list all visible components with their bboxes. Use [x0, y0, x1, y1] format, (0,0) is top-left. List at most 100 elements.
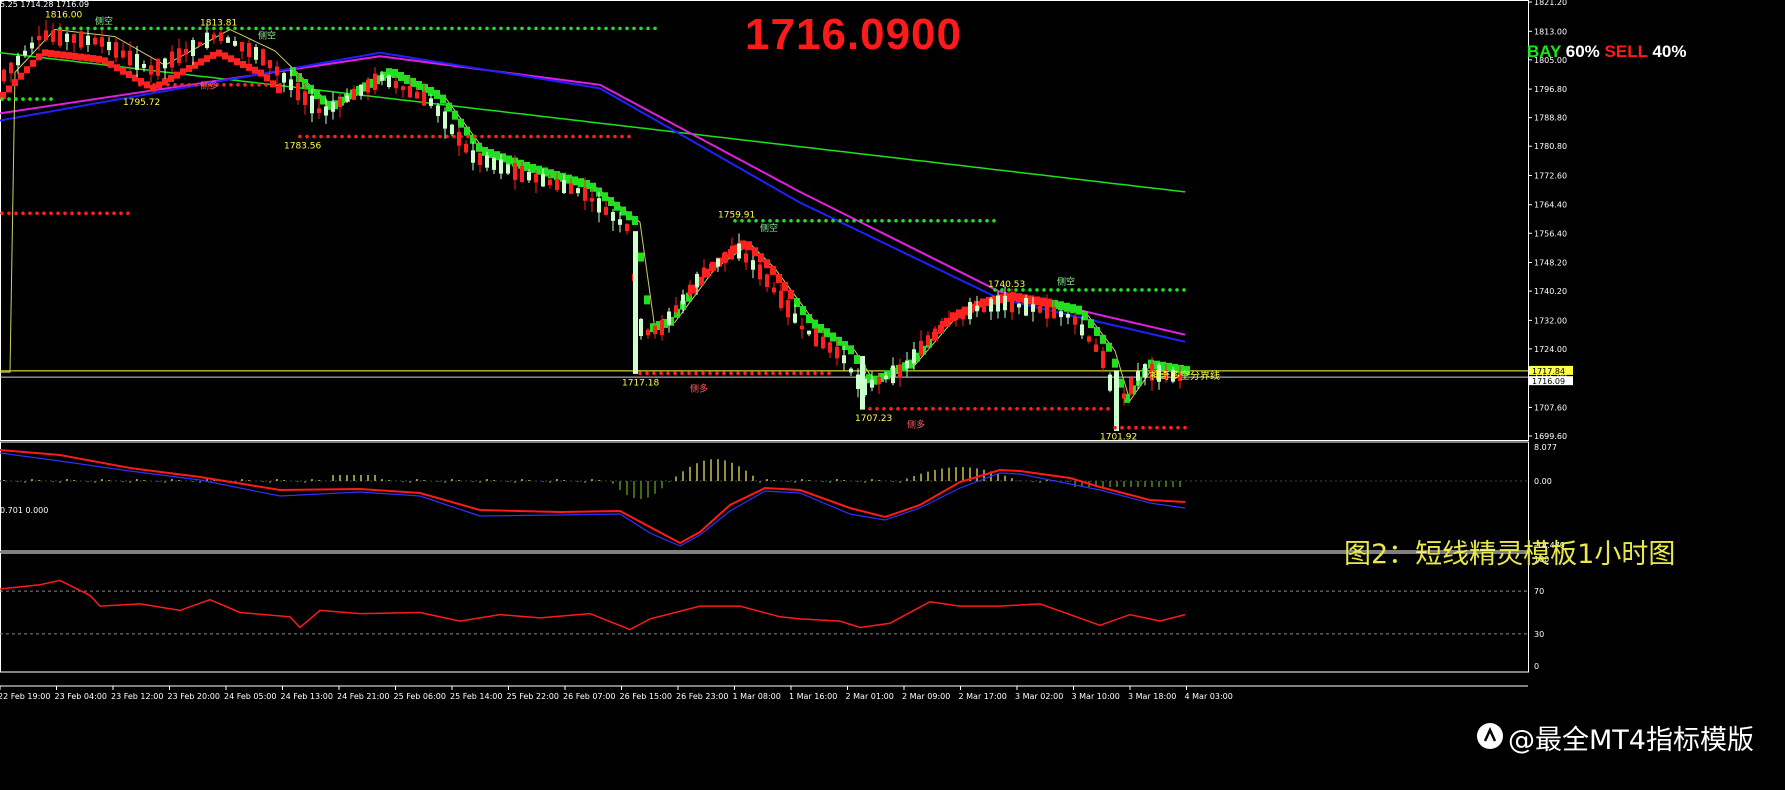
- support-dot: [910, 406, 914, 411]
- bid-price-tag-label: 1716.09: [1532, 377, 1565, 386]
- support-dot: [0, 211, 4, 216]
- candle-body: [982, 301, 986, 313]
- support-dot: [522, 134, 526, 139]
- time-axis-label: 2 Mar 09:00: [902, 692, 950, 701]
- support-dot: [1148, 425, 1152, 430]
- trend-step-block: [1016, 293, 1022, 303]
- macd-panel-frame: [0, 441, 1529, 552]
- resistance-dot: [457, 26, 461, 31]
- support-dot: [298, 134, 302, 139]
- sell-label: SELL: [1604, 42, 1648, 61]
- resistance-dot: [901, 218, 905, 223]
- support-dot: [917, 406, 921, 411]
- resistance-dot: [873, 218, 877, 223]
- candle-body: [1010, 296, 1014, 313]
- candle-body: [716, 258, 720, 267]
- candle-body: [947, 318, 951, 324]
- candle-body: [667, 311, 671, 325]
- chart-canvas[interactable]: 1821.201813.001805.001796.801788.801780.…: [0, 0, 1785, 786]
- trend-step-block: [258, 69, 264, 77]
- candle-body: [415, 91, 419, 99]
- watermark-text: @最全MT4指标模版: [1476, 718, 1754, 757]
- short-signal-label: 侧空: [258, 29, 276, 41]
- support-dot: [1015, 406, 1019, 411]
- trend-step-block: [440, 94, 446, 104]
- sell-percent: 40%: [1652, 42, 1687, 61]
- resistance-dot: [775, 218, 779, 223]
- support-dot: [666, 371, 670, 376]
- candle-body: [387, 75, 391, 88]
- short-signal-label: 侧空: [95, 15, 113, 27]
- trend-step-block: [24, 66, 30, 74]
- candle-body: [9, 62, 13, 74]
- candle-body: [58, 28, 62, 46]
- support-dot: [757, 371, 761, 376]
- support-dot: [138, 83, 142, 87]
- candle-body: [800, 325, 804, 330]
- candle-body: [450, 124, 454, 135]
- support-dot: [736, 371, 740, 376]
- trend-step-block: [464, 126, 470, 136]
- support-dot: [585, 134, 589, 139]
- candle-body: [65, 33, 69, 42]
- swing-price-label: 1707.23: [855, 414, 892, 424]
- resistance-dot: [583, 26, 587, 31]
- candle-body: [317, 108, 321, 114]
- trend-step-block: [770, 265, 776, 275]
- support-dot: [889, 406, 893, 411]
- candle-body: [562, 180, 566, 194]
- resistance-dot: [1168, 288, 1172, 292]
- support-dot: [1169, 425, 1173, 430]
- support-dot: [487, 134, 491, 139]
- resistance-dot: [156, 26, 160, 31]
- resistance-dot: [992, 218, 996, 223]
- support-dot: [806, 371, 810, 376]
- candle-body: [240, 41, 244, 52]
- support-dot: [896, 406, 900, 411]
- candle-body: [51, 30, 55, 42]
- resistance-dot: [21, 97, 25, 101]
- candle-body: [758, 264, 762, 280]
- bay-percent: 60%: [1565, 42, 1600, 61]
- candle-body: [275, 66, 279, 76]
- candle-body: [870, 379, 874, 388]
- trend-step-block: [314, 90, 320, 100]
- candle-body: [954, 314, 958, 321]
- price-tick-label: 1821.20: [1534, 0, 1567, 7]
- trend-step-block: [854, 354, 860, 364]
- candle-body: [268, 60, 272, 69]
- candle-body: [646, 329, 650, 336]
- trend-step-block: [632, 216, 638, 226]
- resistance-dot: [506, 26, 510, 31]
- resistance-dot: [1084, 288, 1088, 292]
- long-signal-label: 侧多: [690, 383, 708, 395]
- candle-body: [177, 48, 181, 64]
- trend-step-block: [216, 49, 222, 57]
- resistance-dot: [331, 26, 335, 31]
- support-dot: [354, 134, 358, 139]
- long-signal-label: 侧多: [907, 418, 925, 430]
- candle-body: [860, 356, 865, 410]
- support-dot: [1036, 406, 1040, 411]
- resistance-dot: [135, 26, 139, 31]
- candle-body: [149, 65, 153, 75]
- support-dot: [994, 406, 998, 411]
- trend-step-block: [264, 74, 270, 82]
- resistance-dot: [761, 218, 765, 223]
- support-dot: [708, 371, 712, 376]
- candle-body: [79, 31, 83, 48]
- resistance-dot: [824, 218, 828, 223]
- support-dot: [564, 134, 568, 139]
- time-axis-label: 24 Feb 21:00: [337, 692, 389, 701]
- candle-body: [471, 150, 475, 163]
- candle-body: [359, 84, 363, 96]
- candle-body: [107, 41, 111, 51]
- swing-price-label: 1783.56: [284, 141, 321, 151]
- resistance-dot: [380, 26, 384, 31]
- support-dot: [1078, 406, 1082, 411]
- support-dot: [875, 406, 879, 411]
- time-axis-label: 23 Feb 04:00: [55, 692, 107, 701]
- candle-body: [1024, 297, 1028, 316]
- candle-body: [205, 32, 209, 49]
- price-tick-label: 1699.60: [1534, 432, 1567, 441]
